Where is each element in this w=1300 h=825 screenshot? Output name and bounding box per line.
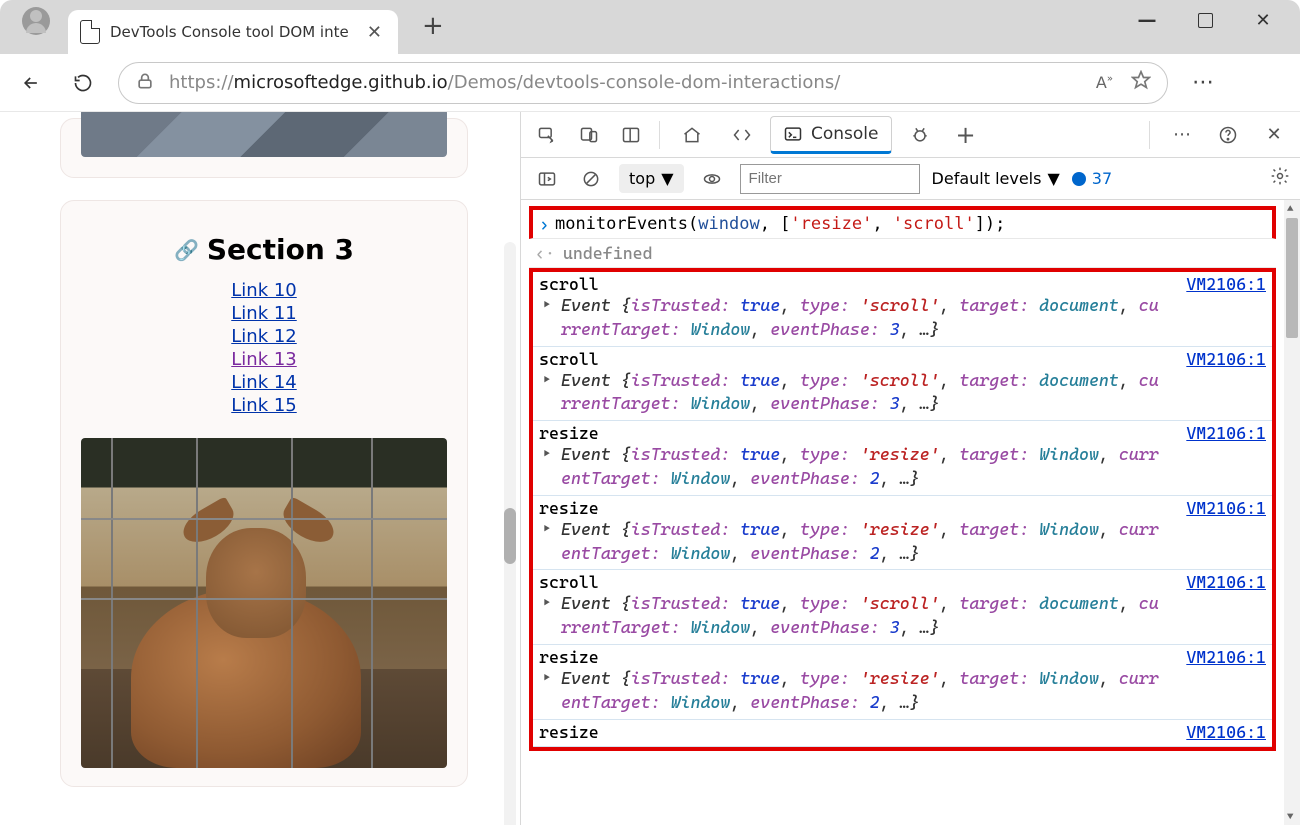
return-arrow-icon: ‹· [535, 243, 555, 263]
prompt-icon: › [539, 214, 549, 234]
page-content: 🔗 Section 3 Link 10 Link 11 Link 12 Link… [0, 112, 520, 825]
section-image [81, 112, 447, 157]
source-link[interactable]: VM2106:1 [1186, 498, 1266, 518]
minimize-button[interactable] [1118, 0, 1176, 40]
source-link[interactable]: VM2106:1 [1186, 349, 1266, 369]
url: https://microsoftedge.github.io/Demos/de… [169, 72, 840, 93]
content-link[interactable]: Link 15 [75, 395, 453, 416]
log-entry[interactable]: scrollVM2106:1Event {isTrusted: true, ty… [533, 272, 1272, 347]
help-icon[interactable] [1210, 117, 1246, 153]
link-icon: 🔗 [174, 238, 199, 262]
console-output: › monitorEvents(window, ['resize', 'scro… [521, 200, 1300, 825]
window-controls [1118, 0, 1292, 40]
source-link[interactable]: VM2106:1 [1186, 274, 1266, 294]
log-levels-dropdown[interactable]: Default levels ▼ [932, 169, 1060, 188]
console-scrollbar-track[interactable]: ▲ ▼ [1284, 200, 1300, 825]
close-window-button[interactable] [1234, 0, 1292, 40]
log-entry[interactable]: resizeVM2106:1Event {isTrusted: true, ty… [533, 496, 1272, 571]
back-button[interactable] [14, 66, 48, 100]
scroll-down-icon[interactable]: ▼ [1287, 810, 1293, 823]
log-entry[interactable]: scrollVM2106:1Event {isTrusted: true, ty… [533, 347, 1272, 422]
tab-title: DevTools Console tool DOM inte [110, 23, 353, 41]
device-emulation-icon[interactable] [571, 117, 607, 153]
chevron-down-icon: ▼ [1047, 169, 1059, 188]
toolbar: https://microsoftedge.github.io/Demos/de… [0, 54, 1300, 112]
source-link[interactable]: VM2106:1 [1186, 647, 1266, 667]
issues-tab[interactable] [898, 116, 942, 154]
page-scrollbar-thumb[interactable] [504, 508, 516, 564]
reload-button[interactable] [66, 66, 100, 100]
console-scrollbar-thumb[interactable] [1286, 218, 1298, 338]
maximize-button[interactable] [1176, 0, 1234, 40]
log-entry[interactable]: resizeVM2106:1Event {isTrusted: true, ty… [533, 645, 1272, 720]
sidebar-toggle-icon[interactable] [531, 163, 563, 195]
log-entry[interactable]: resizeVM2106:1Event {isTrusted: true, ty… [533, 421, 1272, 496]
deer-image [81, 438, 447, 768]
titlebar: DevTools Console tool DOM inte ✕ + [0, 0, 1300, 54]
browser-tab[interactable]: DevTools Console tool DOM inte ✕ [68, 10, 398, 54]
return-line: ‹· undefined [529, 239, 1276, 268]
scroll-up-icon[interactable]: ▲ [1287, 202, 1293, 215]
inspect-element-icon[interactable] [529, 117, 565, 153]
devtools-tabbar: Console + ⋯ ✕ [521, 112, 1300, 158]
log-entry[interactable]: scrollVM2106:1Event {isTrusted: true, ty… [533, 570, 1272, 645]
favorite-icon[interactable] [1131, 70, 1151, 95]
lock-icon [135, 71, 155, 95]
address-bar[interactable]: https://microsoftedge.github.io/Demos/de… [118, 62, 1168, 104]
console-tab[interactable]: Console [770, 116, 892, 154]
elements-tab[interactable] [720, 116, 764, 154]
content-link[interactable]: Link 13 [75, 349, 453, 370]
content-link[interactable]: Link 14 [75, 372, 453, 393]
log-entry[interactable]: resizeVM2106:1 [533, 720, 1272, 747]
section-heading: 🔗 Section 3 [75, 233, 453, 266]
devtools-panel: Console + ⋯ ✕ [520, 112, 1300, 825]
more-tabs-button[interactable]: + [948, 121, 984, 149]
log-group: scrollVM2106:1Event {isTrusted: true, ty… [529, 268, 1276, 751]
filter-input[interactable] [740, 164, 920, 194]
source-link[interactable]: VM2106:1 [1186, 722, 1266, 742]
read-aloud-icon[interactable]: A» [1096, 73, 1113, 92]
context-selector[interactable]: top ▼ [619, 164, 684, 193]
console-input-line[interactable]: › monitorEvents(window, ['resize', 'scro… [529, 206, 1276, 239]
devtools-close-icon[interactable]: ✕ [1256, 117, 1292, 153]
source-link[interactable]: VM2106:1 [1186, 572, 1266, 592]
dock-side-icon[interactable] [613, 117, 649, 153]
source-link[interactable]: VM2106:1 [1186, 423, 1266, 443]
console-toolbar: top ▼ Default levels ▼ 37 [521, 158, 1300, 200]
page-icon [80, 20, 100, 44]
issues-counter[interactable]: 37 [1072, 169, 1112, 188]
section-card: 🔗 Section 3 Link 10 Link 11 Link 12 Link… [60, 200, 468, 787]
command-text: monitorEvents(window, ['resize', 'scroll… [555, 214, 1005, 234]
welcome-tab[interactable] [670, 116, 714, 154]
new-tab-button[interactable]: + [422, 11, 444, 43]
chevron-down-icon: ▼ [661, 169, 673, 188]
console-settings-icon[interactable] [1270, 166, 1290, 191]
clear-console-icon[interactable] [575, 163, 607, 195]
tab-close-icon[interactable]: ✕ [363, 22, 386, 43]
browser-menu-button[interactable]: ⋯ [1192, 70, 1216, 95]
devtools-more-icon[interactable]: ⋯ [1164, 117, 1200, 153]
content-link[interactable]: Link 12 [75, 326, 453, 347]
live-expression-icon[interactable] [696, 163, 728, 195]
content-link[interactable]: Link 10 [75, 280, 453, 301]
profile-icon[interactable] [22, 7, 50, 35]
content-link[interactable]: Link 11 [75, 303, 453, 324]
issue-dot-icon [1072, 172, 1086, 186]
